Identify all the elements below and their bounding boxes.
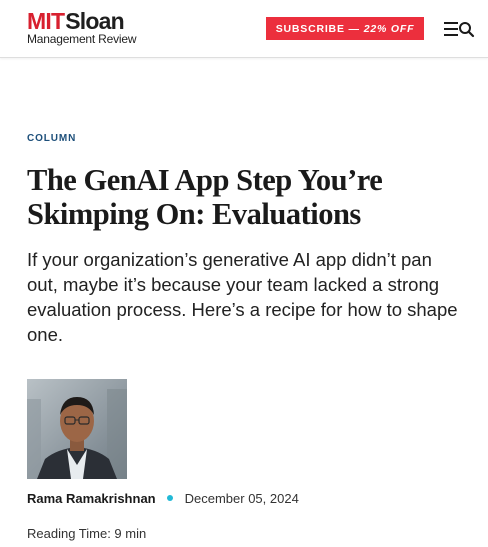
separator-dot [166, 495, 173, 501]
section-label[interactable]: COLUMN [27, 133, 76, 144]
article-title: The GenAI App Step You’re Skimping On: E… [27, 163, 383, 231]
site-logo[interactable]: MITSloan Management Review [27, 9, 137, 46]
logo-subtitle: Management Review [27, 32, 137, 46]
logo-mit: MIT [27, 8, 65, 34]
reading-time: Reading Time: 9 min [27, 526, 147, 541]
subscribe-offer: 22% OFF [363, 22, 415, 35]
search-icon [459, 22, 475, 38]
author-photo[interactable] [27, 379, 127, 479]
logo-wordmark: MITSloan [27, 9, 136, 33]
subscribe-label: SUBSCRIBE — [275, 22, 360, 35]
menu-search-button[interactable] [443, 19, 475, 39]
hamburger-menu-icon [444, 22, 475, 38]
subscribe-button[interactable]: SUBSCRIBE — 22% OFF [266, 17, 424, 40]
logo-sloan: Sloan [65, 8, 124, 34]
article-dek: If your organization’s generative AI app… [27, 249, 458, 345]
site-header: MITSloan Management Review SUBSCRIBE — 2… [0, 0, 488, 58]
article-meta: Rama Ramakrishnan December 05, 2024 [27, 489, 299, 507]
author-name-link[interactable]: Rama Ramakrishnan [27, 491, 156, 506]
publish-date: December 05, 2024 [184, 490, 299, 506]
author-portrait-image [27, 379, 127, 479]
